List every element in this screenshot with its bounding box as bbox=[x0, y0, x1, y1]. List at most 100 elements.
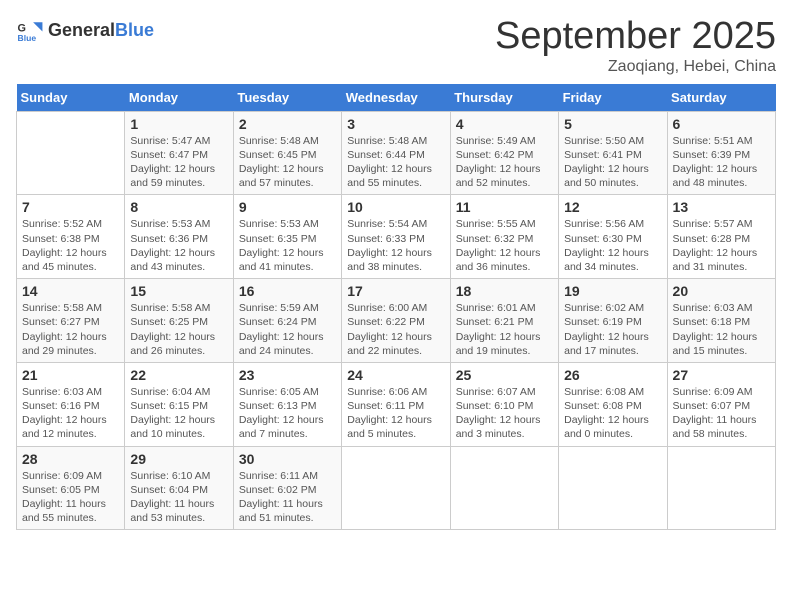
day-info: Sunrise: 6:11 AM Sunset: 6:02 PM Dayligh… bbox=[239, 469, 336, 526]
day-info: Sunrise: 6:02 AM Sunset: 6:19 PM Dayligh… bbox=[564, 301, 661, 358]
day-cell: 28 Sunrise: 6:09 AM Sunset: 6:05 PM Dayli… bbox=[17, 446, 125, 530]
month-title: September 2025 bbox=[495, 16, 776, 58]
day-number: 3 bbox=[347, 116, 444, 132]
day-number: 18 bbox=[456, 283, 553, 299]
day-cell: 5 Sunrise: 5:50 AM Sunset: 6:41 PM Daylig… bbox=[559, 111, 667, 195]
logo: G Blue GeneralBlue bbox=[16, 16, 154, 44]
day-cell: 22 Sunrise: 6:04 AM Sunset: 6:15 PM Dayli… bbox=[125, 362, 233, 446]
logo-general-text: General bbox=[48, 20, 115, 41]
day-info: Sunrise: 5:55 AM Sunset: 6:32 PM Dayligh… bbox=[456, 217, 553, 274]
day-number: 24 bbox=[347, 367, 444, 383]
day-cell bbox=[450, 446, 558, 530]
day-info: Sunrise: 6:07 AM Sunset: 6:10 PM Dayligh… bbox=[456, 385, 553, 442]
day-info: Sunrise: 5:59 AM Sunset: 6:24 PM Dayligh… bbox=[239, 301, 336, 358]
day-info: Sunrise: 6:05 AM Sunset: 6:13 PM Dayligh… bbox=[239, 385, 336, 442]
day-info: Sunrise: 6:04 AM Sunset: 6:15 PM Dayligh… bbox=[130, 385, 227, 442]
day-number: 28 bbox=[22, 451, 119, 467]
day-info: Sunrise: 6:06 AM Sunset: 6:11 PM Dayligh… bbox=[347, 385, 444, 442]
day-cell bbox=[17, 111, 125, 195]
day-number: 6 bbox=[673, 116, 770, 132]
day-info: Sunrise: 5:53 AM Sunset: 6:36 PM Dayligh… bbox=[130, 217, 227, 274]
day-number: 16 bbox=[239, 283, 336, 299]
day-cell: 9 Sunrise: 5:53 AM Sunset: 6:35 PM Daylig… bbox=[233, 195, 341, 279]
day-number: 17 bbox=[347, 283, 444, 299]
column-header-sunday: Sunday bbox=[17, 84, 125, 112]
day-info: Sunrise: 6:09 AM Sunset: 6:05 PM Dayligh… bbox=[22, 469, 119, 526]
column-header-monday: Monday bbox=[125, 84, 233, 112]
column-header-tuesday: Tuesday bbox=[233, 84, 341, 112]
day-number: 13 bbox=[673, 199, 770, 215]
calendar-table: SundayMondayTuesdayWednesdayThursdayFrid… bbox=[16, 84, 776, 530]
day-cell: 18 Sunrise: 6:01 AM Sunset: 6:21 PM Dayli… bbox=[450, 279, 558, 363]
day-info: Sunrise: 6:10 AM Sunset: 6:04 PM Dayligh… bbox=[130, 469, 227, 526]
day-cell: 8 Sunrise: 5:53 AM Sunset: 6:36 PM Daylig… bbox=[125, 195, 233, 279]
day-cell: 30 Sunrise: 6:11 AM Sunset: 6:02 PM Dayli… bbox=[233, 446, 341, 530]
week-row-5: 28 Sunrise: 6:09 AM Sunset: 6:05 PM Dayli… bbox=[17, 446, 776, 530]
day-cell: 1 Sunrise: 5:47 AM Sunset: 6:47 PM Daylig… bbox=[125, 111, 233, 195]
day-info: Sunrise: 5:50 AM Sunset: 6:41 PM Dayligh… bbox=[564, 134, 661, 191]
day-cell bbox=[559, 446, 667, 530]
day-cell: 26 Sunrise: 6:08 AM Sunset: 6:08 PM Dayli… bbox=[559, 362, 667, 446]
day-number: 27 bbox=[673, 367, 770, 383]
day-info: Sunrise: 5:53 AM Sunset: 6:35 PM Dayligh… bbox=[239, 217, 336, 274]
day-info: Sunrise: 5:54 AM Sunset: 6:33 PM Dayligh… bbox=[347, 217, 444, 274]
day-number: 4 bbox=[456, 116, 553, 132]
day-info: Sunrise: 6:00 AM Sunset: 6:22 PM Dayligh… bbox=[347, 301, 444, 358]
day-info: Sunrise: 5:58 AM Sunset: 6:25 PM Dayligh… bbox=[130, 301, 227, 358]
header-row: SundayMondayTuesdayWednesdayThursdayFrid… bbox=[17, 84, 776, 112]
day-number: 15 bbox=[130, 283, 227, 299]
day-info: Sunrise: 5:51 AM Sunset: 6:39 PM Dayligh… bbox=[673, 134, 770, 191]
day-info: Sunrise: 5:49 AM Sunset: 6:42 PM Dayligh… bbox=[456, 134, 553, 191]
day-cell: 14Sunrise: 5:58 AM Sunset: 6:27 PM Dayli… bbox=[17, 279, 125, 363]
day-info: Sunrise: 5:58 AM Sunset: 6:27 PM Dayligh… bbox=[22, 301, 119, 358]
day-number: 19 bbox=[564, 283, 661, 299]
day-info: Sunrise: 6:03 AM Sunset: 6:18 PM Dayligh… bbox=[673, 301, 770, 358]
location-title: Zaoqiang, Hebei, China bbox=[495, 58, 776, 76]
column-header-thursday: Thursday bbox=[450, 84, 558, 112]
day-number: 22 bbox=[130, 367, 227, 383]
column-header-wednesday: Wednesday bbox=[342, 84, 450, 112]
day-number: 2 bbox=[239, 116, 336, 132]
day-info: Sunrise: 6:09 AM Sunset: 6:07 PM Dayligh… bbox=[673, 385, 770, 442]
day-number: 1 bbox=[130, 116, 227, 132]
column-header-saturday: Saturday bbox=[667, 84, 775, 112]
day-cell: 19 Sunrise: 6:02 AM Sunset: 6:19 PM Dayli… bbox=[559, 279, 667, 363]
week-row-2: 7Sunrise: 5:52 AM Sunset: 6:38 PM Daylig… bbox=[17, 195, 776, 279]
day-info: Sunrise: 5:52 AM Sunset: 6:38 PM Dayligh… bbox=[22, 217, 119, 274]
day-cell: 10 Sunrise: 5:54 AM Sunset: 6:33 PM Dayli… bbox=[342, 195, 450, 279]
day-number: 26 bbox=[564, 367, 661, 383]
day-info: Sunrise: 5:48 AM Sunset: 6:44 PM Dayligh… bbox=[347, 134, 444, 191]
day-number: 25 bbox=[456, 367, 553, 383]
week-row-1: 1 Sunrise: 5:47 AM Sunset: 6:47 PM Daylig… bbox=[17, 111, 776, 195]
logo-blue-text: Blue bbox=[115, 20, 154, 41]
day-cell: 13Sunrise: 5:57 AM Sunset: 6:28 PM Dayli… bbox=[667, 195, 775, 279]
day-cell bbox=[342, 446, 450, 530]
day-cell: 20 Sunrise: 6:03 AM Sunset: 6:18 PM Dayli… bbox=[667, 279, 775, 363]
logo-icon: G Blue bbox=[16, 16, 44, 44]
day-info: Sunrise: 5:48 AM Sunset: 6:45 PM Dayligh… bbox=[239, 134, 336, 191]
day-cell: 16 Sunrise: 5:59 AM Sunset: 6:24 PM Dayli… bbox=[233, 279, 341, 363]
day-number: 10 bbox=[347, 199, 444, 215]
day-number: 5 bbox=[564, 116, 661, 132]
day-number: 20 bbox=[673, 283, 770, 299]
day-number: 21 bbox=[22, 367, 119, 383]
day-cell: 3 Sunrise: 5:48 AM Sunset: 6:44 PM Daylig… bbox=[342, 111, 450, 195]
day-info: Sunrise: 6:08 AM Sunset: 6:08 PM Dayligh… bbox=[564, 385, 661, 442]
day-number: 9 bbox=[239, 199, 336, 215]
day-number: 8 bbox=[130, 199, 227, 215]
day-cell: 24 Sunrise: 6:06 AM Sunset: 6:11 PM Dayli… bbox=[342, 362, 450, 446]
day-cell: 17 Sunrise: 6:00 AM Sunset: 6:22 PM Dayli… bbox=[342, 279, 450, 363]
title-block: September 2025 Zaoqiang, Hebei, China bbox=[495, 16, 776, 76]
day-cell: 25 Sunrise: 6:07 AM Sunset: 6:10 PM Dayli… bbox=[450, 362, 558, 446]
day-number: 12 bbox=[564, 199, 661, 215]
day-info: Sunrise: 5:47 AM Sunset: 6:47 PM Dayligh… bbox=[130, 134, 227, 191]
week-row-3: 14Sunrise: 5:58 AM Sunset: 6:27 PM Dayli… bbox=[17, 279, 776, 363]
day-cell: 4 Sunrise: 5:49 AM Sunset: 6:42 PM Daylig… bbox=[450, 111, 558, 195]
day-cell: 11Sunrise: 5:55 AM Sunset: 6:32 PM Dayli… bbox=[450, 195, 558, 279]
day-info: Sunrise: 5:56 AM Sunset: 6:30 PM Dayligh… bbox=[564, 217, 661, 274]
day-number: 30 bbox=[239, 451, 336, 467]
day-info: Sunrise: 6:01 AM Sunset: 6:21 PM Dayligh… bbox=[456, 301, 553, 358]
day-cell: 2 Sunrise: 5:48 AM Sunset: 6:45 PM Daylig… bbox=[233, 111, 341, 195]
day-cell: 7Sunrise: 5:52 AM Sunset: 6:38 PM Daylig… bbox=[17, 195, 125, 279]
day-cell: 21Sunrise: 6:03 AM Sunset: 6:16 PM Dayli… bbox=[17, 362, 125, 446]
